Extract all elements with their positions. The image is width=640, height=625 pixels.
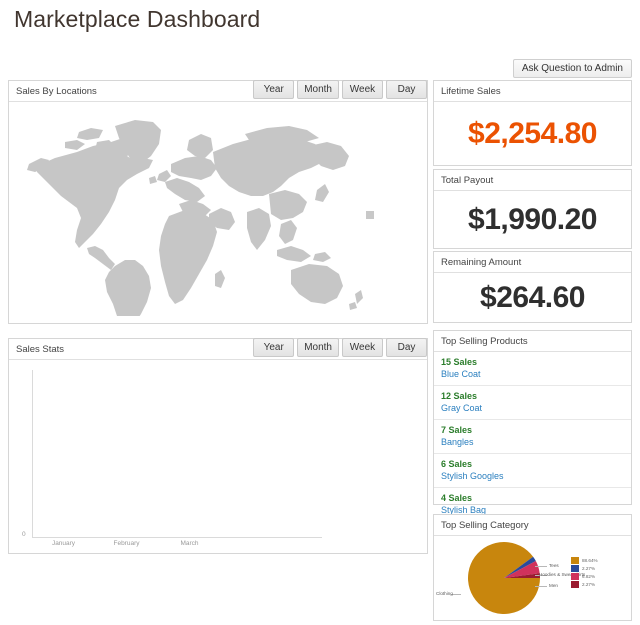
world-map-container[interactable] [9,102,427,323]
lifetime-sales-value: $2,254.80 [468,116,597,150]
stats-period-year[interactable]: Year [253,338,295,357]
map-period-year[interactable]: Year [253,80,295,99]
pie-legend: 88.64% 2.27% 6.82% 2.27% [571,557,598,588]
pie-chart-icon [468,541,540,614]
remaining-amount-label: Remaining Amount [441,256,522,268]
ask-question-to-admin-button[interactable]: Ask Question to Admin [512,59,632,78]
lifetime-sales-card: Lifetime Sales $2,254.80 [433,80,632,166]
total-payout-label: Total Payout [441,174,494,186]
sales-stats-header: Sales Stats Year Month Week Day [9,338,427,360]
stats-period-day[interactable]: Day [386,338,427,357]
legend-value-hoodies: 6.82% [582,574,596,579]
map-period-month[interactable]: Month [297,80,339,99]
chart-y-tick-0: 0 [22,531,26,538]
sales-by-locations-header: Sales By Locations Year Month Week Day [9,80,427,102]
legend-item-men: 2.27% [571,581,598,588]
page-title: Marketplace Dashboard [14,6,261,32]
chart-x-label-january: January [51,540,76,547]
pie-leader-tees [535,566,547,567]
top-selling-category-panel: Top Selling Category Clothing Tees Hoodi… [433,514,632,621]
product-name-link[interactable]: Stylish Googles [441,470,624,482]
legend-item-tees: 2.27% [571,565,598,572]
list-item[interactable]: 15 Sales Blue Coat [434,352,631,386]
chart-y-axis [32,370,33,537]
product-sales-count: 4 Sales [441,493,473,503]
legend-swatch-clothing [571,557,579,564]
product-sales-count: 6 Sales [441,459,473,469]
top-selling-products-panel: Top Selling Products 15 Sales Blue Coat … [433,330,632,515]
pie-label-men: Men [549,583,558,588]
product-sales-count: 7 Sales [441,425,473,435]
pie-label-clothing: Clothing [436,591,453,596]
chart-x-labels: January February March [32,540,322,547]
product-sales-count: 15 Sales [441,357,478,367]
remaining-amount-value: $264.60 [480,280,585,314]
map-legend-marker [366,211,374,219]
pie-label-tees: Tees [549,563,559,568]
product-name-link[interactable]: Gray Coat [441,402,624,414]
top-selling-category-title: Top Selling Category [441,519,529,531]
product-sales-count: 12 Sales [441,391,478,401]
lifetime-sales-label: Lifetime Sales [441,85,501,97]
sales-stats-chart: 0 January February March [9,360,427,553]
pie-leader-men [535,586,547,587]
sales-stats-panel: Sales Stats Year Month Week Day 0 Januar… [8,338,428,554]
product-name-link[interactable]: Bangles [441,436,624,448]
legend-swatch-men [571,581,579,588]
total-payout-value: $1,990.20 [468,202,597,236]
list-item[interactable]: 7 Sales Bangles [434,420,631,454]
map-period-day[interactable]: Day [386,80,427,99]
total-payout-card: Total Payout $1,990.20 [433,169,632,249]
top-selling-products-title: Top Selling Products [441,335,528,347]
top-selling-products-header: Top Selling Products [434,331,631,352]
list-item[interactable]: 12 Sales Gray Coat [434,386,631,420]
sales-by-locations-title: Sales By Locations [16,85,97,97]
list-item[interactable]: 6 Sales Stylish Googles [434,454,631,488]
stats-period-switcher: Year Month Week Day [253,338,427,357]
map-period-switcher: Year Month Week Day [253,80,427,99]
top-selling-category-header: Top Selling Category [434,515,631,536]
total-payout-header: Total Payout [434,170,631,191]
product-name-link[interactable]: Blue Coat [441,368,624,380]
sales-stats-title: Sales Stats [16,343,65,355]
legend-value-clothing: 88.64% [582,558,598,563]
chart-x-axis [32,537,322,538]
category-pie-chart[interactable]: Clothing Tees Hoodies & Sweatshirts Men … [434,536,633,621]
legend-item-clothing: 88.64% [571,557,598,564]
map-period-week[interactable]: Week [342,80,383,99]
remaining-amount-card: Remaining Amount $264.60 [433,251,632,323]
remaining-amount-header: Remaining Amount [434,252,631,273]
dashboard-page: Marketplace Dashboard Ask Question to Ad… [0,0,640,625]
sales-by-locations-panel: Sales By Locations Year Month Week Day [8,80,428,324]
chart-x-label-march: March [180,540,199,547]
category-chart-body: Clothing Tees Hoodies & Sweatshirts Men … [434,536,631,620]
legend-item-hoodies: 6.82% [571,573,598,580]
world-map-icon [27,120,363,316]
legend-swatch-hoodies [571,573,579,580]
legend-value-tees: 2.27% [582,566,596,571]
legend-value-men: 2.27% [582,582,596,587]
chart-x-label-february: February [113,540,140,547]
stats-period-week[interactable]: Week [342,338,383,357]
stats-period-month[interactable]: Month [297,338,339,357]
legend-swatch-tees [571,565,579,572]
lifetime-sales-header: Lifetime Sales [434,81,631,102]
